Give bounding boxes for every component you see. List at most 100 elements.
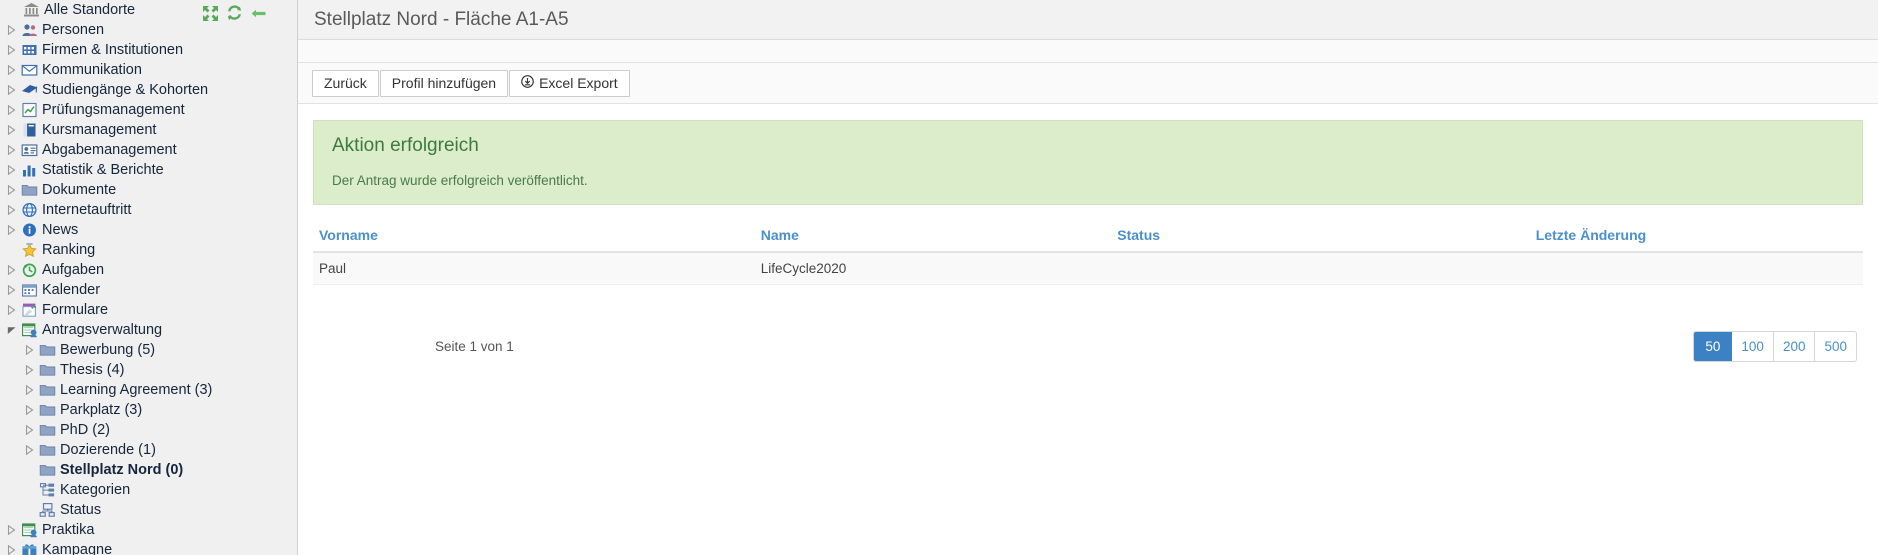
page-size-button-200[interactable]: 200 (1773, 332, 1816, 361)
sidebar-item-label: Kampagne (42, 542, 113, 555)
bar-chart-icon (19, 162, 39, 179)
sidebar-item-label: News (42, 222, 79, 238)
sidebar-item-label: Kalender (42, 282, 101, 298)
column-header-vorname[interactable]: Vorname (313, 219, 755, 253)
sidebar-item-aufgaben[interactable]: Aufgaben (0, 260, 297, 280)
sidebar-item-bewerbung-5[interactable]: Bewerbung (5) (0, 340, 297, 360)
chevron-down-icon[interactable] (4, 326, 19, 335)
info-icon (19, 222, 39, 239)
sidebar-item-label: Formulare (42, 302, 109, 318)
chevron-right-icon[interactable] (4, 25, 19, 35)
page-header: Stellplatz Nord - Fläche A1-A5 (298, 0, 1878, 40)
book-icon (19, 122, 39, 139)
refresh-icon[interactable] (226, 4, 243, 22)
sidebar-item-dokumente[interactable]: Dokumente (0, 180, 297, 200)
page-size-button-50[interactable]: 50 (1694, 332, 1733, 361)
sidebar-item-dozierende-1[interactable]: Dozierende (1) (0, 440, 297, 460)
main-content-area: Stellplatz Nord - Fläche A1-A5 Zurück Pr… (298, 0, 1878, 555)
chevron-right-icon[interactable] (22, 425, 37, 435)
sidebar-item-stellplatz-nord-0[interactable]: Stellplatz Nord (0) (0, 460, 297, 480)
sidebar-item-label: Abgabemanagement (42, 142, 177, 158)
chevron-right-icon[interactable] (4, 105, 19, 115)
sidebar-item-label: Prüfungsmanagement (42, 102, 185, 118)
sidebar-item-status[interactable]: Status (0, 500, 297, 520)
sidebar-item-learning-agreement-3[interactable]: Learning Agreement (3) (0, 380, 297, 400)
sidebar-item-label: Ranking (42, 242, 96, 258)
sidebar-item-label: Aufgaben (42, 262, 105, 278)
chevron-right-icon[interactable] (4, 285, 19, 295)
clock-icon (19, 262, 39, 279)
chevron-right-icon[interactable] (4, 145, 19, 155)
sidebar-item-pr-fungsmanagement[interactable]: Prüfungsmanagement (0, 100, 297, 120)
cell-status (1111, 252, 1530, 285)
cell-name: LifeCycle2020 (754, 252, 1112, 285)
chevron-right-icon[interactable] (4, 85, 19, 95)
cell-vorname: Paul (313, 252, 755, 285)
chevron-right-icon[interactable] (22, 405, 37, 415)
sidebar-item-internetauftritt[interactable]: Internetauftritt (0, 200, 297, 220)
sidebar-item-kampagne[interactable]: Kampagne (0, 540, 297, 555)
sidebar-item-kalender[interactable]: Kalender (0, 280, 297, 300)
sidebar-item-label: Parkplatz (3) (60, 402, 143, 418)
sidebar-item-praktika[interactable]: Praktika (0, 520, 297, 540)
chevron-right-icon[interactable] (4, 305, 19, 315)
sidebar-item-kategorien[interactable]: Kategorien (0, 480, 297, 500)
sidebar-item-label: Personen (42, 22, 105, 38)
add-profile-button[interactable]: Profil hinzufügen (379, 69, 509, 97)
chevron-right-icon[interactable] (4, 65, 19, 75)
sidebar-item-kommunikation[interactable]: Kommunikation (0, 60, 297, 80)
sidebar-item-personen[interactable]: Personen (0, 20, 297, 40)
sidebar-item-news[interactable]: News (0, 220, 297, 240)
back-arrow-icon[interactable] (250, 5, 267, 22)
page-size-button-500[interactable]: 500 (1815, 332, 1856, 361)
star-icon (19, 242, 39, 259)
column-header-name[interactable]: Name (754, 219, 1112, 253)
sidebar-item-statistik-berichte[interactable]: Statistik & Berichte (0, 160, 297, 180)
bank-icon (21, 2, 41, 19)
sidebar-item-thesis-4[interactable]: Thesis (4) (0, 360, 297, 380)
chevron-right-icon[interactable] (4, 205, 19, 215)
chevron-right-icon[interactable] (4, 185, 19, 195)
folder-icon (37, 362, 57, 379)
application-window: Alle Standorte Personen Firmen & Instituti… (0, 0, 1878, 555)
chevron-right-icon[interactable] (4, 525, 19, 535)
sidebar-item-firmen-institutionen[interactable]: Firmen & Institutionen (0, 40, 297, 60)
table-row[interactable]: Paul LifeCycle2020 (313, 252, 1863, 285)
column-header-status[interactable]: Status (1111, 219, 1530, 253)
sidebar-item-formulare[interactable]: Formulare (0, 300, 297, 320)
sidebar-item-studieng-nge-kohorten[interactable]: Studiengänge & Kohorten (0, 80, 297, 100)
back-button[interactable]: Zurück (312, 69, 379, 97)
sidebar-item-phd-2[interactable]: PhD (2) (0, 420, 297, 440)
sidebar-item-label: Studiengänge & Kohorten (42, 82, 209, 98)
sidebar-item-kursmanagement[interactable]: Kursmanagement (0, 120, 297, 140)
chevron-right-icon[interactable] (4, 45, 19, 55)
graduation-cap-icon (19, 82, 39, 99)
chevron-right-icon[interactable] (4, 265, 19, 275)
chevron-right-icon[interactable] (22, 385, 37, 395)
content-panel: Aktion erfolgreich Der Antrag wurde erfo… (298, 104, 1878, 555)
sidebar-item-abgabemanagement[interactable]: Abgabemanagement (0, 140, 297, 160)
sidebar-item-ranking[interactable]: Ranking (0, 240, 297, 260)
sidebar-item-label: Status (60, 502, 102, 518)
page-size-button-100[interactable]: 100 (1732, 332, 1774, 361)
chevron-right-icon[interactable] (22, 345, 37, 355)
sidebar-item-antragsverwaltung[interactable]: Antragsverwaltung (0, 320, 297, 340)
status-icon (37, 502, 57, 519)
chevron-right-icon[interactable] (22, 365, 37, 375)
chevron-right-icon[interactable] (22, 445, 37, 455)
chevron-right-icon[interactable] (4, 545, 19, 555)
success-alert-title: Aktion erfolgreich (332, 135, 479, 156)
column-header-letzte-aenderung[interactable]: Letzte Änderung (1529, 219, 1863, 253)
chevron-right-icon[interactable] (4, 225, 19, 235)
collapse-all-icon[interactable] (202, 5, 219, 22)
chevron-right-icon[interactable] (4, 165, 19, 175)
folder-icon (37, 382, 57, 399)
folder-icon (37, 342, 57, 359)
excel-export-button[interactable]: Excel Export (509, 69, 630, 97)
sidebar-item-parkplatz-3[interactable]: Parkplatz (3) (0, 400, 297, 420)
chevron-right-icon[interactable] (4, 125, 19, 135)
sidebar-item-label: Firmen & Institutionen (42, 42, 184, 58)
navigation-sidebar: Alle Standorte Personen Firmen & Instituti… (0, 0, 298, 555)
sidebar-item-label: PhD (2) (60, 422, 110, 438)
sidebar-item-label: Kursmanagement (42, 122, 157, 138)
